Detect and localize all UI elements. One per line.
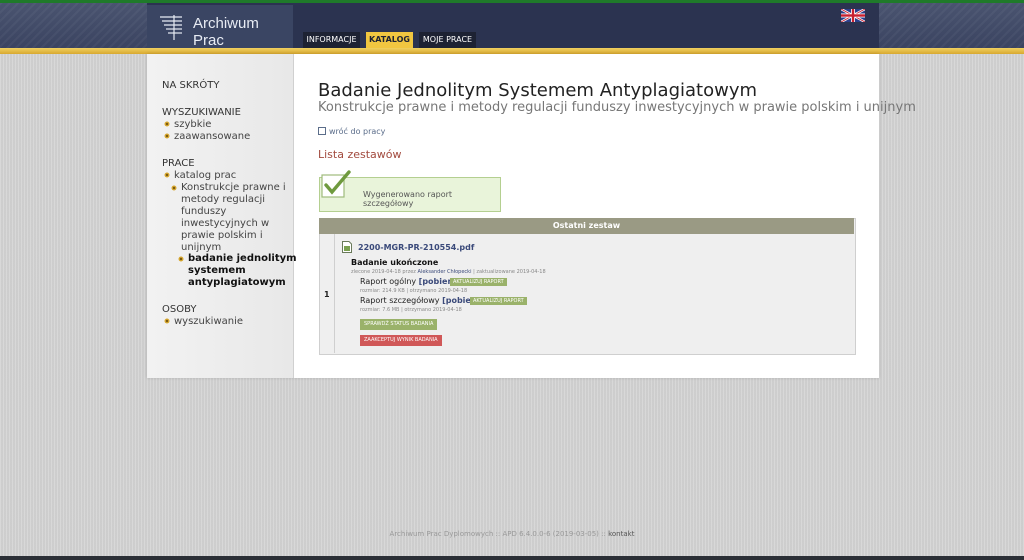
sidebar-current-line: systemem bbox=[188, 265, 246, 276]
back-link[interactable]: wróć do pracy bbox=[318, 126, 386, 136]
tab-moje-prace[interactable]: MOJE PRACE bbox=[419, 32, 476, 48]
tab-informacje[interactable]: INFORMACJE bbox=[303, 32, 360, 48]
page-title: Badanie Jednolitym Systemem Antyplagiato… bbox=[318, 80, 758, 101]
report-detailed-meta: rozmiar: 7.6 MB | otrzymano 2019-04-18 bbox=[360, 307, 462, 313]
logo[interactable]: Archiwum Prac bbox=[147, 5, 293, 49]
sidebar-search-heading: WYSZUKIWANIE bbox=[162, 107, 241, 118]
report-general-label: Raport ogólny bbox=[360, 277, 417, 286]
order-meta: zlecone 2019-04-18 przez Aleksander Chło… bbox=[351, 269, 546, 275]
footer-text: Archiwum Prac Dyplomowych :: APD 6.4.0.0… bbox=[389, 530, 606, 538]
uk-flag-icon[interactable] bbox=[841, 9, 865, 22]
bullet-icon bbox=[164, 318, 170, 324]
section-title: Lista zestawów bbox=[318, 148, 402, 161]
sidebar-item-label: katalog prac bbox=[174, 170, 237, 181]
update-general-report-button[interactable]: AKTUALIZUJ RAPORT bbox=[450, 278, 507, 286]
sidebar-item-label: szybkie bbox=[174, 119, 212, 130]
order-meta-text: zlecone 2019-04-18 przez bbox=[351, 269, 416, 275]
report-general: Raport ogólny [pobierz] bbox=[360, 277, 460, 286]
panel-divider bbox=[334, 234, 335, 353]
tab-katalog[interactable]: KATALOG bbox=[366, 32, 413, 48]
update-detailed-report-button[interactable]: AKTUALIZUJ RAPORT bbox=[470, 297, 527, 305]
bullet-icon bbox=[171, 185, 177, 191]
bullet-icon bbox=[178, 256, 184, 262]
accept-result-button[interactable]: ZAAKCEPTUJ WYNIK BADANIA bbox=[360, 335, 442, 346]
sidebar-item-label: zaawansowane bbox=[174, 131, 251, 142]
sidebar-work-line: prawie polskim i bbox=[181, 230, 263, 241]
row-number: 1 bbox=[324, 290, 330, 299]
app-name: Archiwum Prac bbox=[193, 15, 259, 49]
report-general-meta: rozmiar: 214.9 KB | otrzymano 2019-04-18 bbox=[360, 288, 468, 294]
sidebar-shortcuts-heading: NA SKRÓTY bbox=[162, 80, 220, 91]
update-meta-text: | zaktualizowane 2019-04-18 bbox=[473, 269, 546, 275]
back-arrow-icon bbox=[318, 126, 326, 135]
sidebar-people-heading: OSOBY bbox=[162, 304, 197, 315]
sidebar-works-heading: PRACE bbox=[162, 158, 195, 169]
footer: Archiwum Prac Dyplomowych :: APD 6.4.0.0… bbox=[0, 530, 1024, 538]
sidebar-work-line: inwestycyjnych w bbox=[181, 218, 270, 229]
status-text: Badanie ukończone bbox=[351, 258, 439, 267]
sidebar-item-katalog-prac[interactable]: katalog prac bbox=[164, 170, 236, 182]
panel-header: Ostatni zestaw bbox=[319, 218, 854, 234]
success-message-text: Wygenerowano raport szczegółowy bbox=[363, 190, 453, 208]
sidebar-work-line: funduszy bbox=[181, 206, 227, 217]
sidebar-item-szybkie[interactable]: szybkie bbox=[164, 119, 211, 131]
bullet-icon bbox=[164, 133, 170, 139]
sidebar-item-label: wyszukiwanie bbox=[174, 316, 244, 327]
file-link[interactable]: 2200-MGR-PR-210554.pdf bbox=[358, 243, 474, 252]
person-link[interactable]: Aleksander Chłopecki bbox=[418, 269, 472, 275]
bullet-icon bbox=[164, 121, 170, 127]
archive-logo-icon bbox=[160, 15, 182, 40]
bullet-icon bbox=[164, 172, 170, 178]
sidebar-work-line: Konstrukcje prawne i bbox=[181, 182, 286, 193]
contact-link[interactable]: kontakt bbox=[608, 530, 634, 538]
sidebar-work-line: metody regulacji bbox=[181, 194, 266, 205]
checkmark-icon bbox=[321, 170, 351, 198]
sidebar-current-line: badanie jednolitym bbox=[188, 253, 297, 264]
file-icon bbox=[342, 241, 352, 253]
report-detailed: Raport szczegółowy [pobierz] bbox=[360, 296, 483, 305]
taskbar bbox=[0, 556, 1024, 560]
sidebar-current-line: antyplagiatowym bbox=[188, 277, 286, 288]
page-subtitle: Konstrukcje prawne i metody regulacji fu… bbox=[318, 100, 916, 115]
back-link-label: wróć do pracy bbox=[329, 127, 386, 136]
sidebar-item-people-search[interactable]: wyszukiwanie bbox=[164, 316, 243, 328]
sidebar-item-zaawansowane[interactable]: zaawansowane bbox=[164, 131, 250, 143]
check-status-button[interactable]: SPRAWDŹ STATUS BADANIA bbox=[360, 319, 438, 330]
report-detailed-label: Raport szczegółowy bbox=[360, 296, 440, 305]
